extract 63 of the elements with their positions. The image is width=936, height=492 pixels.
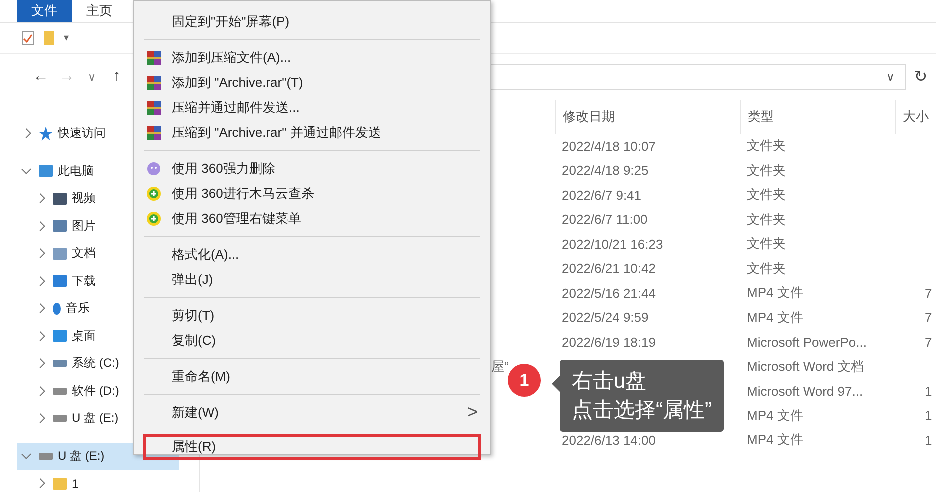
menu-item[interactable]: 使用 360强力删除	[134, 156, 490, 181]
file-name: 屋”	[492, 358, 509, 374]
size-cell: 1	[925, 432, 932, 448]
menu-item[interactable]: 固定到"开始"屏幕(P)	[134, 9, 490, 34]
menu-item[interactable]: 弹出(J)	[134, 267, 490, 292]
refresh-button[interactable]: ↻	[906, 67, 936, 87]
type-cell: Microsoft Word 97...	[747, 384, 864, 399]
ribbon-tab[interactable]: 文件	[17, 0, 72, 22]
menu-item[interactable]: 新建(W) >	[134, 400, 490, 425]
archive-icon	[146, 50, 162, 66]
menu-item[interactable]: 重命名(M)	[134, 364, 490, 389]
type-cell: 文件夹	[747, 260, 786, 276]
date-cell: 2022/6/21 10:42	[562, 261, 656, 276]
plus-circle-icon	[146, 210, 162, 226]
size-cell: 7	[925, 334, 932, 350]
menu-item[interactable]: 使用 360进行木马云查杀	[134, 181, 490, 206]
type-cell: 文件夹	[747, 138, 786, 154]
archive-icon	[146, 100, 162, 116]
date-cell: 2022/6/19 18:19	[562, 334, 656, 350]
menu-item[interactable]: 压缩并通过邮件发送...	[134, 95, 490, 120]
type-cell: Microsoft Word 文档	[747, 358, 864, 374]
date-cell: 2022/5/24 9:59	[562, 310, 649, 326]
dropdown-arrow[interactable]: ▾	[64, 32, 70, 44]
date-cell: 2022/6/7 9:41	[562, 188, 642, 203]
type-cell: Microsoft PowerPo...	[747, 334, 867, 350]
callout-tooltip: 右击u盘 点击选择“属性”	[560, 360, 724, 432]
archive-icon	[146, 124, 162, 140]
size-cell: 1	[925, 408, 932, 424]
archive-icon	[146, 74, 162, 90]
size-cell: 1	[925, 384, 932, 399]
menu-item[interactable]: 格式化(A)...	[134, 242, 490, 267]
type-cell: MP4 文件	[747, 310, 804, 325]
date-cell: 2022/4/18 9:25	[562, 163, 649, 178]
type-cell: MP4 文件	[747, 408, 804, 423]
type-cell: 文件夹	[747, 212, 786, 227]
menu-item[interactable]: 复制(C)	[134, 328, 490, 353]
up-button[interactable]: ↑	[104, 68, 130, 86]
type-cell: 文件夹	[747, 162, 786, 178]
type-cell: 文件夹	[747, 236, 786, 252]
plus-circle-icon	[146, 186, 162, 202]
menu-item[interactable]: 压缩到 "Archive.rar" 并通过邮件发送	[134, 120, 490, 145]
date-cell: 2022/6/13 14:00	[562, 432, 656, 448]
round-face-icon	[146, 160, 162, 176]
type-cell: 文件夹	[747, 187, 786, 202]
submenu-arrow: >	[467, 402, 478, 423]
column-header[interactable]: 大小	[895, 100, 936, 134]
column-header[interactable]: 修改日期	[555, 100, 740, 134]
type-cell: MP4 文件	[747, 285, 804, 300]
back-button[interactable]: ←	[28, 68, 54, 86]
properties-icon[interactable]	[22, 31, 34, 45]
size-cell: 7	[925, 286, 932, 301]
date-cell: 2022/10/21 16:23	[562, 236, 664, 252]
tree-item[interactable]: 1	[17, 470, 179, 492]
column-header[interactable]: 类型	[740, 100, 895, 134]
date-cell: 2022/6/7 11:00	[562, 212, 648, 228]
recent-locations-button[interactable]: ∨	[80, 70, 104, 84]
size-cell: 7	[925, 310, 932, 326]
menu-item[interactable]: 剪切(T)	[134, 303, 490, 328]
date-cell: 2022/4/18 10:07	[562, 138, 656, 154]
step-badge: 1	[508, 364, 541, 397]
date-cell: 2022/5/16 21:44	[562, 286, 656, 301]
type-cell: MP4 文件	[747, 432, 804, 448]
menu-item[interactable]: 使用 360管理右键菜单	[134, 206, 490, 231]
